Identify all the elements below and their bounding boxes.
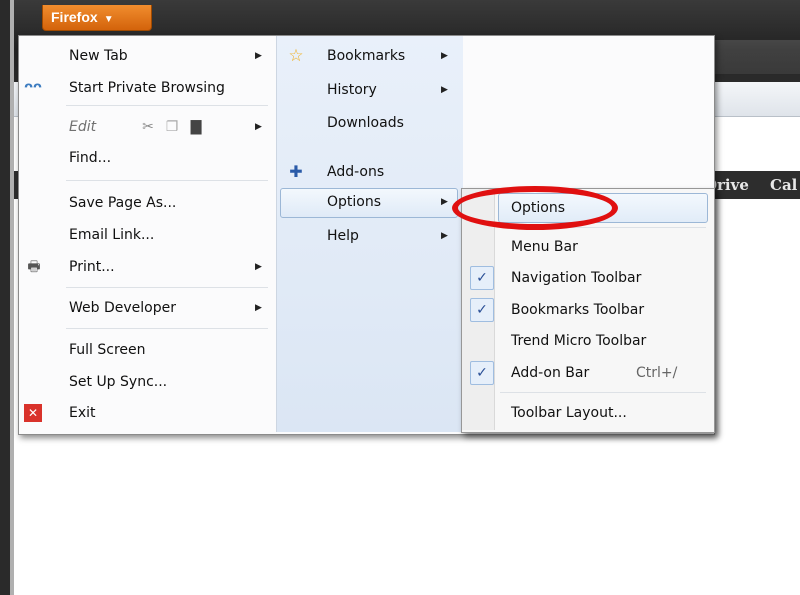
checkmark-icon: ✓	[470, 361, 494, 385]
menu-set-up-sync[interactable]: Set Up Sync...	[19, 370, 275, 394]
copy-icon: ❐	[165, 119, 179, 135]
menu-separator	[66, 180, 268, 181]
menu-separator	[66, 287, 268, 288]
firefox-button-label: Firefox	[51, 9, 98, 25]
menu-label: Toolbar Layout...	[511, 405, 627, 421]
menu-web-developer[interactable]: Web Developer ▶	[19, 296, 275, 320]
shortcut-label: Ctrl+/	[636, 365, 678, 381]
clipboard-icon: ▇	[190, 119, 202, 135]
menu-private-browsing[interactable]: ᴖᴖ Start Private Browsing	[19, 76, 275, 100]
menu-email-link[interactable]: Email Link...	[19, 223, 275, 247]
menu-history[interactable]: History ▶	[277, 78, 461, 102]
menu-find[interactable]: Find...	[19, 146, 275, 170]
menu-separator	[66, 328, 268, 329]
submenu-navigation-toolbar[interactable]: ✓ Navigation Toolbar	[462, 266, 706, 290]
menu-label: Add-ons	[327, 164, 385, 180]
checkmark-icon: ✓	[470, 266, 494, 290]
puzzle-piece-icon: ✚	[289, 162, 303, 181]
menu-label: Print...	[69, 259, 115, 275]
menu-label: History	[327, 82, 377, 98]
submenu-arrow-icon: ▶	[441, 231, 448, 241]
submenu-arrow-icon: ▶	[255, 122, 262, 132]
menu-exit[interactable]: ✕ Exit	[19, 401, 275, 425]
google-menu-calendar[interactable]: Cal	[770, 176, 797, 194]
menu-label: Email Link...	[69, 227, 155, 243]
menu-edit[interactable]: Edit ✂ ❐ ▇ ▶	[19, 115, 275, 139]
menu-label: Downloads	[327, 115, 404, 131]
menu-bookmarks[interactable]: ☆ Bookmarks ▶	[277, 44, 461, 68]
menu-full-screen[interactable]: Full Screen	[19, 338, 275, 362]
red-highlight-circle	[452, 186, 618, 230]
menu-label: New Tab	[69, 48, 128, 64]
checkmark-icon: ✓	[470, 298, 494, 322]
menu-label: Options	[327, 194, 382, 210]
star-icon: ☆	[288, 46, 304, 66]
submenu-toolbar-layout[interactable]: Toolbar Layout...	[462, 401, 706, 425]
menu-label: Bookmarks	[327, 48, 406, 64]
menu-add-ons[interactable]: ✚ Add-ons	[277, 160, 461, 184]
menu-label: Web Developer	[69, 300, 176, 316]
scissors-icon: ✂	[142, 119, 154, 135]
menu-label: Bookmarks Toolbar	[511, 302, 645, 318]
menu-options[interactable]: Options ▶	[277, 190, 461, 214]
submenu-arrow-icon: ▶	[255, 303, 262, 313]
menu-label: Menu Bar	[511, 239, 578, 255]
chevron-down-icon: ▼	[103, 14, 114, 25]
menu-label: Help	[327, 228, 359, 244]
exit-icon: ✕	[24, 404, 42, 422]
menu-label: Set Up Sync...	[69, 374, 168, 390]
menu-label: Exit	[69, 405, 96, 421]
menu-separator	[66, 105, 268, 106]
menu-label: Save Page As...	[69, 195, 177, 211]
submenu-arrow-icon: ▶	[441, 51, 448, 61]
menu-label: Edit	[69, 119, 97, 135]
submenu-arrow-icon: ▶	[441, 85, 448, 95]
printer-icon: 🖶	[27, 259, 41, 275]
submenu-arrow-icon: ▶	[441, 197, 448, 207]
menu-label: Start Private Browsing	[69, 80, 225, 96]
mask-icon: ᴖᴖ	[24, 80, 42, 95]
menu-label: Find...	[69, 150, 112, 166]
menu-label: Full Screen	[69, 342, 146, 358]
menu-downloads[interactable]: Downloads	[277, 111, 461, 135]
menu-print[interactable]: 🖶 Print... ▶	[19, 255, 275, 279]
menu-label: Trend Micro Toolbar	[511, 333, 647, 349]
submenu-arrow-icon: ▶	[255, 262, 262, 272]
menu-help[interactable]: Help ▶	[277, 224, 461, 248]
menu-save-page-as[interactable]: Save Page As...	[19, 191, 275, 215]
menu-label: Navigation Toolbar	[511, 270, 642, 286]
window-left-frame	[0, 0, 14, 595]
submenu-add-on-bar[interactable]: ✓ Add-on Bar Ctrl+/	[462, 361, 706, 385]
menu-new-tab[interactable]: New Tab ▶	[19, 44, 275, 68]
menu-label: Add-on Bar	[511, 365, 590, 381]
submenu-bookmarks-toolbar[interactable]: ✓ Bookmarks Toolbar	[462, 298, 706, 322]
submenu-trend-micro-toolbar[interactable]: Trend Micro Toolbar	[462, 329, 706, 353]
firefox-menu-button[interactable]: Firefox ▼	[42, 5, 152, 31]
submenu-arrow-icon: ▶	[255, 51, 262, 61]
menu-separator	[500, 392, 706, 393]
submenu-menu-bar[interactable]: Menu Bar	[462, 235, 706, 259]
